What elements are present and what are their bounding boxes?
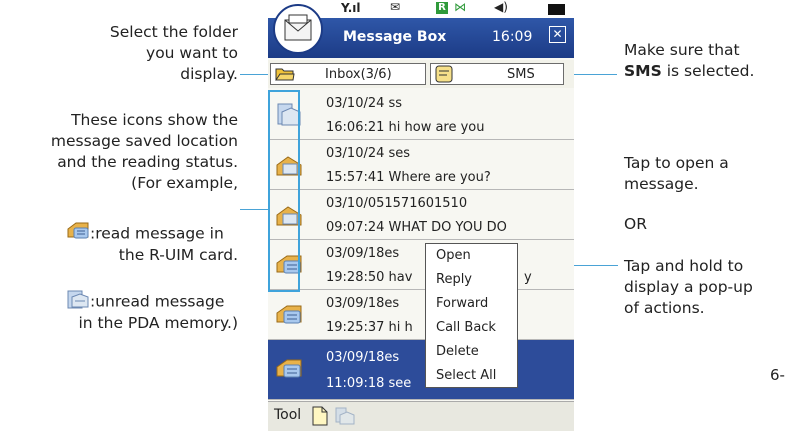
example-unread-annotation: :unread message — [66, 288, 246, 316]
speaker-icon: ◀) — [494, 0, 508, 14]
signal-icon: Y.ıl — [341, 1, 361, 15]
message-sender: 03/10/051571601510 — [326, 196, 468, 211]
message-row[interactable]: 03/09/18es 19:25:37 hi h — [268, 290, 574, 340]
read-ruim-icon — [274, 300, 304, 330]
menu-item-open[interactable]: Open — [426, 244, 517, 268]
message-row[interactable]: 03/10/051571601510 09:07:24 WHAT DO YOU … — [268, 190, 574, 240]
message-preview: 15:57:41 Where are you? — [326, 170, 491, 185]
message-sender: 03/09/18es — [326, 246, 400, 261]
annotation-line: message. — [624, 175, 699, 193]
message-sender: 03/10/24 ses — [326, 146, 411, 161]
close-button[interactable]: ✕ — [549, 26, 566, 43]
message-preview: 11:09:18 see — [326, 376, 412, 391]
popup-menu: Open Reply Forward Call Back Delete Sele… — [425, 243, 518, 388]
annotation-line: SMS is selected. — [624, 61, 791, 82]
example-read-annotation-2: the R-UIM card. — [60, 245, 238, 266]
battery-icon — [548, 4, 565, 15]
app-title: Message Box — [343, 29, 447, 45]
annotation-line: of actions. — [624, 299, 705, 317]
example-unread-annotation-2: in the PDA memory.) — [30, 313, 239, 334]
message-preview: 09:07:24 WHAT DO YOU DO — [326, 220, 507, 235]
annotation-line: Tap to open a — [624, 154, 729, 172]
message-sender: 03/09/18es — [326, 350, 400, 365]
example-read-annotation: :read message in — [66, 220, 246, 248]
status-icons-highlight — [268, 90, 300, 292]
menu-item-reply[interactable]: Reply — [426, 268, 517, 292]
message-type-dropdown-label: SMS — [507, 67, 535, 82]
envelope-icon: ✉ — [390, 0, 401, 14]
message-row[interactable]: 03/10/24 ses 15:57:41 Where are you? — [268, 140, 574, 190]
menu-item-select-all[interactable]: Select All — [426, 364, 517, 388]
sms-annotation: Make sure that SMS is selected. — [624, 40, 791, 82]
folder-dropdown[interactable]: Inbox(3/6) — [270, 63, 426, 85]
icons-annotation: These icons show the message saved locat… — [0, 110, 238, 194]
tap-hold-annotation: Tap and hold to display a pop-up of acti… — [624, 256, 791, 319]
annotation-line: Tap and hold to — [624, 257, 744, 275]
folder-dropdown-label: Inbox(3/6) — [325, 67, 392, 82]
message-row[interactable]: 03/10/24 ss 16:06:21 hi how are you — [268, 90, 574, 140]
sms-icon — [435, 65, 453, 87]
clock: 16:09 — [492, 29, 533, 45]
message-preview: 19:25:37 hi h — [326, 320, 413, 335]
annotation-bold: SMS — [624, 62, 662, 80]
unread-pda-icon — [66, 288, 90, 316]
bottom-bar: Tool — [268, 401, 574, 431]
or-annotation: OR — [624, 214, 647, 235]
folder-icon — [275, 66, 295, 86]
folder-annotation: Select the folder you want to display. — [70, 22, 238, 85]
annotation-line: Select the folder — [109, 23, 238, 41]
tap-open-annotation: Tap to open a message. — [624, 153, 791, 195]
message-sender: 03/09/18es — [326, 296, 400, 311]
new-document-icon[interactable] — [311, 406, 329, 430]
toolbar: Inbox(3/6) SMS — [268, 60, 574, 88]
transfer-icon: ⋈ — [454, 0, 466, 14]
message-row-selected[interactable]: 03/09/18es 11:09:18 see — [268, 340, 574, 400]
message-row[interactable]: 03/09/18es 19:28:50 hav y — [268, 240, 574, 290]
page-number: 6- — [770, 366, 785, 384]
folder-callout-line — [240, 74, 268, 75]
menu-item-call-back[interactable]: Call Back — [426, 316, 517, 340]
read-ruim-icon — [274, 354, 304, 384]
annotation-line: the R-UIM card. — [118, 246, 238, 264]
pda-screen: Y.ıl ✉ R ⋈ ◀) Message Box 16:09 ✕ Inbox(… — [268, 0, 574, 431]
annotation-line: :unread message — [90, 292, 225, 311]
message-preview-tail: y — [524, 270, 532, 285]
message-sender: 03/10/24 ss — [326, 96, 403, 111]
message-preview: 19:28:50 hav — [326, 270, 413, 285]
message-preview: 16:06:21 hi how are you — [326, 120, 485, 135]
new-message-icon[interactable] — [334, 406, 356, 430]
annotation-line: (For example, — [131, 174, 238, 192]
annotation-line: message saved location — [50, 132, 238, 150]
r-uim-icon: R — [436, 2, 448, 14]
menu-item-forward[interactable]: Forward — [426, 292, 517, 316]
read-ruim-icon — [66, 220, 90, 248]
icons-callout-line — [240, 209, 268, 210]
sms-callout-line — [574, 74, 617, 75]
annotation-line: :read message in — [90, 224, 224, 243]
annotation-line: Make sure that — [624, 41, 740, 59]
menu-item-delete[interactable]: Delete — [426, 340, 517, 364]
annotation-line: and the reading status. — [57, 153, 238, 171]
annotation-line: display a pop-up — [624, 278, 753, 296]
annotation-text: is selected. — [666, 62, 755, 80]
message-type-dropdown[interactable]: SMS — [430, 63, 564, 85]
message-box-logo-icon — [273, 4, 323, 54]
annotation-line: These icons show the — [71, 111, 238, 129]
annotation-line: OR — [624, 215, 647, 233]
annotation-line: display. — [180, 65, 238, 83]
tool-menu-button[interactable]: Tool — [274, 407, 301, 423]
annotation-line: in the PDA memory.) — [78, 314, 239, 332]
annotation-line: you want to — [146, 44, 238, 62]
